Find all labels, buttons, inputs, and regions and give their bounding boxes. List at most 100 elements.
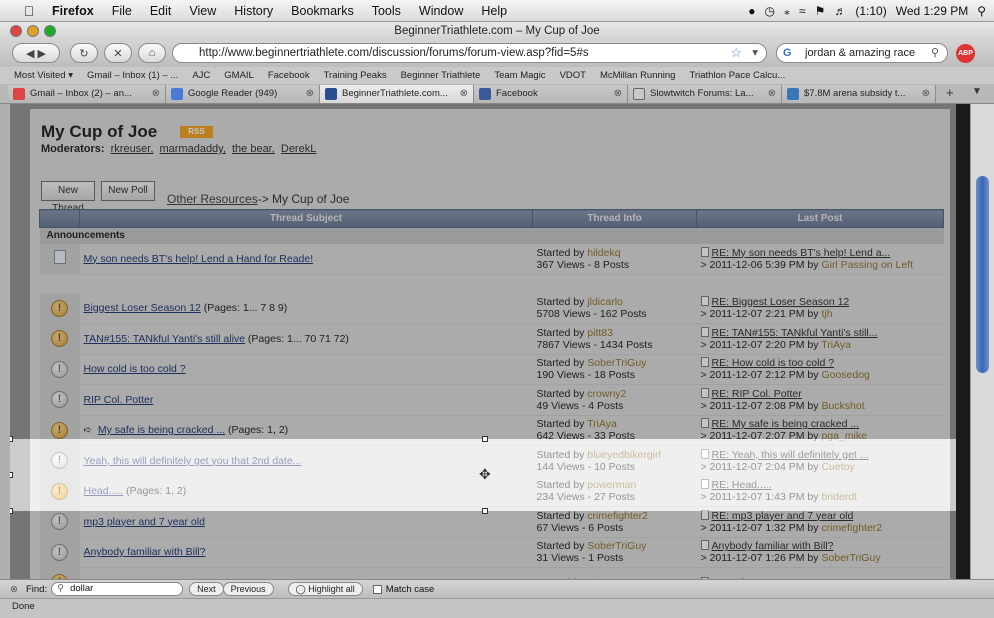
- adblock-icon[interactable]: ABP: [956, 44, 975, 63]
- selection-handle[interactable]: [482, 436, 488, 442]
- vertical-scrollbar[interactable]: [970, 104, 994, 579]
- close-tab-icon[interactable]: ⊗: [306, 85, 314, 103]
- thread-link[interactable]: My safe is being cracked ...: [98, 424, 225, 436]
- close-find-icon[interactable]: ⊗: [10, 584, 18, 595]
- new-tab-icon[interactable]: +: [946, 85, 954, 100]
- moderator-link[interactable]: rkreuser,: [111, 143, 154, 155]
- thread-link[interactable]: RIP Col. Potter: [84, 394, 154, 406]
- clock[interactable]: Wed 1:29 PM: [896, 4, 968, 18]
- author-link[interactable]: crowny2: [587, 388, 626, 400]
- last-post-user[interactable]: pga_mike: [821, 430, 867, 442]
- search-icon[interactable]: ⚲: [931, 44, 939, 62]
- close-tab-icon[interactable]: ⊗: [460, 85, 468, 103]
- bookmark-gmail-2[interactable]: GMAIL: [224, 70, 254, 81]
- reload-icon[interactable]: ↻: [70, 43, 98, 63]
- new-thread-button[interactable]: New Thread: [41, 181, 95, 214]
- close-tab-icon[interactable]: ⊗: [922, 85, 930, 103]
- thread-link[interactable]: Biggest Loser Season 12: [84, 302, 201, 314]
- battery-indicator[interactable]: (1:10): [855, 4, 886, 18]
- author-link[interactable]: TriAya: [587, 418, 617, 430]
- tab-gmail[interactable]: Gmail – Inbox (2) – an... ⊗: [8, 85, 166, 103]
- home-icon[interactable]: ⌂: [138, 43, 166, 63]
- close-tab-icon[interactable]: ⊗: [768, 85, 776, 103]
- wifi-icon[interactable]: ≈: [799, 4, 806, 18]
- bookmark-triathlon-pace[interactable]: Triathlon Pace Calcu...: [689, 70, 785, 81]
- header-last-post[interactable]: Last Post: [696, 209, 944, 228]
- last-post-user[interactable]: tjh: [821, 308, 832, 320]
- url-field[interactable]: http://www.beginnertriathlete.com/discus…: [172, 43, 767, 63]
- volume-icon[interactable]: ♬: [834, 4, 846, 18]
- bookmark-training-peaks[interactable]: Training Peaks: [324, 70, 387, 81]
- author-link[interactable]: pitt83: [587, 327, 613, 339]
- scrollbar-thumb[interactable]: [976, 176, 989, 373]
- bookmark-gmail[interactable]: Gmail – Inbox (1) – ...: [87, 70, 178, 81]
- bookmark-vdot[interactable]: VDOT: [560, 70, 586, 81]
- spotlight-icon[interactable]: ⚲: [977, 4, 986, 18]
- url-dropdown-icon[interactable]: ▾: [752, 44, 758, 62]
- zoom-window-icon[interactable]: [44, 25, 56, 37]
- bookmark-most-visited[interactable]: Most Visited ▾: [14, 70, 73, 81]
- thread-link[interactable]: Head.....: [84, 485, 124, 497]
- bookmark-mcmillan[interactable]: McMillan Running: [600, 70, 676, 81]
- close-tab-icon[interactable]: ⊗: [614, 85, 622, 103]
- thread-link[interactable]: Anybody familiar with Bill?: [84, 546, 206, 558]
- menu-app-name[interactable]: Firefox: [52, 4, 94, 18]
- minimize-window-icon[interactable]: [27, 25, 39, 37]
- last-post-user[interactable]: TriAya: [821, 339, 851, 351]
- menu-edit[interactable]: Edit: [150, 4, 172, 18]
- thread-link[interactable]: mp3 player and 7 year old: [84, 516, 205, 528]
- match-case-checkbox[interactable]: [372, 584, 382, 594]
- last-post-user[interactable]: Buckshot: [821, 400, 864, 412]
- bluetooth-icon[interactable]: ⁎: [784, 4, 790, 18]
- apple-icon[interactable]: : [20, 3, 38, 19]
- menu-view[interactable]: View: [189, 4, 216, 18]
- menu-file[interactable]: File: [112, 4, 132, 18]
- menu-help[interactable]: Help: [481, 4, 507, 18]
- last-post-link[interactable]: RE: Head.....: [712, 479, 772, 491]
- search-field[interactable]: G jordan & amazing race ⚲: [776, 43, 948, 63]
- last-post-link[interactable]: Anybody familiar with Bill?: [712, 540, 834, 552]
- highlight-all-button[interactable]: ◯ Highlight all: [287, 582, 363, 596]
- menu-history[interactable]: History: [234, 4, 273, 18]
- rss-badge[interactable]: RSS: [180, 126, 213, 138]
- last-post-link[interactable]: RE: TAN#155: TANkful Yanti's still...: [712, 327, 878, 339]
- author-link[interactable]: SoberTriGuy: [587, 357, 646, 369]
- bookmark-star-icon[interactable]: ☆: [730, 44, 742, 62]
- bookmark-facebook[interactable]: Facebook: [268, 70, 310, 81]
- globe-icon[interactable]: ●: [748, 4, 755, 18]
- tab-slowtwitch[interactable]: Slowtwitch Forums: La... ⊗: [628, 85, 782, 103]
- bookmark-team-magic[interactable]: Team Magic: [494, 70, 545, 81]
- menu-window[interactable]: Window: [419, 4, 463, 18]
- find-input[interactable]: ⚲ dollar: [51, 582, 184, 596]
- selection-handle[interactable]: [482, 508, 488, 514]
- last-post-user[interactable]: Girl Passing on Left: [821, 259, 913, 271]
- last-post-link[interactable]: RE: Biggest Loser Season 12: [712, 296, 850, 308]
- header-thread-subject[interactable]: Thread Subject: [79, 209, 533, 228]
- author-link[interactable]: hildekq: [587, 247, 620, 259]
- close-tab-icon[interactable]: ⊗: [152, 85, 160, 103]
- last-post-user[interactable]: Goosedog: [821, 369, 869, 381]
- bookmark-beginner-triathlete[interactable]: Beginner Triathlete: [401, 70, 481, 81]
- flag-icon[interactable]: ⚑: [815, 4, 826, 18]
- tab-list-icon[interactable]: ▼: [972, 86, 982, 97]
- tab-beginner-triathlete[interactable]: BeginnerTriathlete.com... ⊗: [320, 85, 474, 103]
- close-window-icon[interactable]: [10, 25, 22, 37]
- last-post-user[interactable]: Cuetoy: [821, 461, 854, 473]
- author-link[interactable]: jldicarlo: [587, 296, 623, 308]
- author-link[interactable]: crimefighter2: [587, 510, 648, 522]
- new-poll-button[interactable]: New Poll: [101, 181, 155, 201]
- author-link[interactable]: powerman: [587, 479, 636, 491]
- breadcrumb-link[interactable]: Other Resources: [167, 192, 258, 206]
- author-link[interactable]: blueyedbikergirl: [587, 449, 661, 461]
- header-thread-info[interactable]: Thread Info: [532, 209, 697, 228]
- thread-link[interactable]: TAN#155: TANkful Yanti's still alive: [84, 333, 246, 345]
- last-post-link[interactable]: RE: mp3 player and 7 year old: [712, 510, 854, 522]
- author-link[interactable]: SoberTriGuy: [587, 540, 646, 552]
- menu-tools[interactable]: Tools: [372, 4, 401, 18]
- google-icon[interactable]: G: [783, 44, 792, 62]
- selection-handle[interactable]: [10, 472, 13, 478]
- last-post-link[interactable]: RE: My safe is being cracked ...: [712, 418, 860, 430]
- moderator-link[interactable]: the bear,: [232, 143, 275, 155]
- bookmark-ajc[interactable]: AJC: [192, 70, 210, 81]
- thread-link[interactable]: Yeah, this will definitely get you that …: [84, 455, 302, 467]
